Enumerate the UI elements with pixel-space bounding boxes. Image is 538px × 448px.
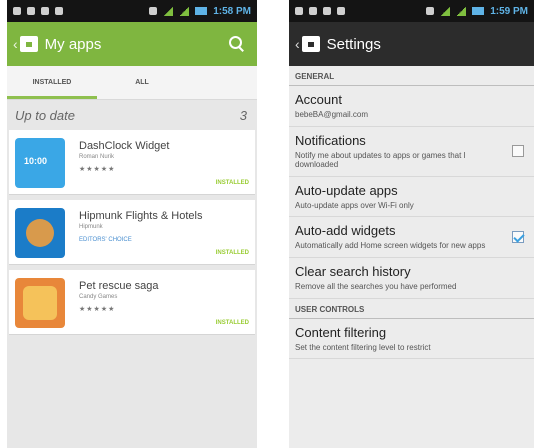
section-count: 3 <box>239 107 247 123</box>
play-store-bag-icon[interactable] <box>301 36 320 52</box>
play-store-bag-icon[interactable] <box>19 36 38 52</box>
app-title: Pet rescue saga <box>79 280 159 292</box>
setting-title: Notifications <box>295 132 366 148</box>
section-title: Up to date <box>15 107 75 123</box>
app-developer: Hipmunk <box>79 224 103 230</box>
app-title: DashClock Widget <box>79 140 170 152</box>
up-to-date-header: Up to date 3 <box>7 100 257 130</box>
installed-label: INSTALLED <box>215 320 249 326</box>
editors-choice-badge: EDITORS' CHOICE <box>79 237 132 243</box>
notifications-checkbox[interactable] <box>512 145 524 158</box>
wifi-icon <box>163 6 174 16</box>
setting-title: Account <box>295 92 342 107</box>
setting-subtitle: Automatically add Home screen widgets fo… <box>295 241 486 251</box>
setting-subtitle: bebeBA@gmail.com <box>295 110 369 119</box>
setting-clear-search-history[interactable]: Clear search history Remove all the sear… <box>289 258 534 299</box>
dashclock-app-icon <box>15 138 65 188</box>
my-apps-screen: 1:58 PM ‹ My apps INSTALLED ALL Up to da… <box>7 0 257 448</box>
setting-subtitle: Notify me about updates to apps or games… <box>295 150 466 170</box>
notification-icon <box>13 7 21 15</box>
signal-icon <box>179 6 190 16</box>
setting-title: Clear search history <box>295 263 411 279</box>
alert-icon <box>55 7 63 15</box>
app-card-pet-rescue[interactable]: Pet rescue saga Candy Games ★★★★★ INSTAL… <box>9 270 255 335</box>
store-icon <box>323 7 331 15</box>
battery-icon <box>472 7 485 15</box>
setting-title: Content filtering <box>295 324 387 340</box>
setting-auto-update[interactable]: Auto-update apps Auto-update apps over W… <box>289 177 534 218</box>
setting-title: Auto-update apps <box>295 182 398 198</box>
tab-all[interactable]: ALL <box>97 66 187 99</box>
notification-icon <box>295 7 303 15</box>
section-user-controls: USER CONTROLS <box>289 299 534 319</box>
action-bar: ‹ My apps <box>7 22 257 66</box>
usb-icon <box>309 7 317 15</box>
star-rating: ★★★★★ <box>79 166 116 173</box>
app-title: Hipmunk Flights & Hotels <box>79 210 203 222</box>
status-time: 1:59 PM <box>490 5 528 17</box>
status-bar: 1:58 PM <box>7 0 257 22</box>
action-bar: ‹ Settings <box>289 22 534 66</box>
setting-notifications[interactable]: Notifications Notify me about updates to… <box>289 127 534 177</box>
signal-icon <box>456 6 467 16</box>
setting-title: Auto-add widgets <box>295 223 396 239</box>
app-developer: Candy Games <box>79 294 118 300</box>
setting-auto-add-widgets[interactable]: Auto-add widgets Automatically add Home … <box>289 217 534 258</box>
installed-label: INSTALLED <box>215 180 249 186</box>
setting-subtitle: Set the content filtering level to restr… <box>295 342 431 352</box>
auto-add-widgets-checkbox[interactable] <box>512 231 524 244</box>
alert-icon <box>337 7 345 15</box>
usb-icon <box>27 7 35 15</box>
store-icon <box>41 7 49 15</box>
app-card-dashclock[interactable]: DashClock Widget Roman Nurik ★★★★★ INSTA… <box>9 130 255 195</box>
alarm-icon <box>426 7 435 15</box>
tab-bar: INSTALLED ALL <box>7 66 257 100</box>
page-title: My apps <box>44 35 102 53</box>
status-bar: 1:59 PM <box>289 0 534 22</box>
back-chevron-icon[interactable]: ‹ <box>13 36 18 52</box>
star-rating: ★★★★★ <box>79 306 116 313</box>
section-general: GENERAL <box>289 66 534 86</box>
back-chevron-icon[interactable]: ‹ <box>295 36 300 52</box>
status-time: 1:58 PM <box>213 5 251 17</box>
app-card-hipmunk[interactable]: Hipmunk Flights & Hotels Hipmunk EDITORS… <box>9 200 255 265</box>
hipmunk-app-icon <box>15 208 65 258</box>
pet-rescue-app-icon <box>15 278 65 328</box>
settings-screen: 1:59 PM ‹ Settings GENERAL Account bebeB… <box>289 0 534 448</box>
app-developer: Roman Nurik <box>79 154 115 160</box>
wifi-icon <box>440 6 451 16</box>
search-icon[interactable] <box>229 36 245 52</box>
tab-installed[interactable]: INSTALLED <box>7 66 97 99</box>
alarm-icon <box>149 7 158 15</box>
setting-subtitle: Remove all the searches you have perform… <box>295 281 457 291</box>
setting-account[interactable]: Account bebeBA@gmail.com <box>289 86 534 127</box>
installed-label: INSTALLED <box>215 250 249 256</box>
setting-subtitle: Auto-update apps over Wi-Fi only <box>295 200 414 210</box>
battery-icon <box>195 7 208 15</box>
setting-content-filtering[interactable]: Content filtering Set the content filter… <box>289 319 534 360</box>
page-title: Settings <box>326 35 381 53</box>
